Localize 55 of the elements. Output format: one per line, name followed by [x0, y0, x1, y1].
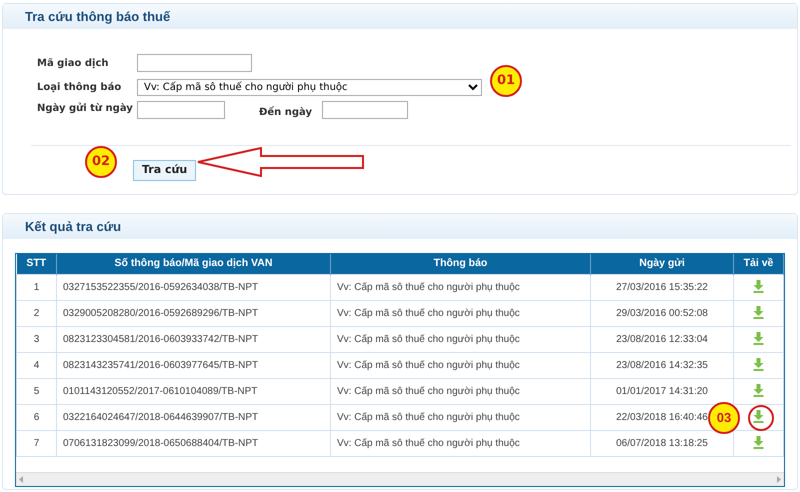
table-cell: 0329005208280/2016-0592689296/TB-NPT	[56, 300, 330, 326]
table-cell: 1	[16, 274, 56, 300]
scroll-left-icon[interactable]	[19, 476, 23, 483]
table-cell: Vv: Cấp mã sô thuế cho người phụ thuộc	[330, 352, 590, 378]
table-cell: 2	[16, 300, 56, 326]
table-cell: 0101143120552/2017-0610104089/TB-NPT	[56, 378, 330, 404]
table-cell: Vv: Cấp mã sô thuế cho người phụ thuộc	[330, 378, 590, 404]
table-cell: 0327153522355/2016-0592634038/TB-NPT	[56, 274, 330, 300]
input-field[interactable]	[137, 54, 252, 72]
field-label: Đến ngày	[259, 105, 312, 120]
field-label: Loại thông báo	[37, 80, 122, 94]
field-label: Mã giao dịch	[37, 56, 110, 70]
horizontal-scrollbar[interactable]	[16, 472, 784, 486]
table-cell: 7	[16, 430, 56, 456]
table-cell: 06/07/2018 13:18:25	[590, 430, 734, 456]
table-cell: Vv: Cấp mã sô thuế cho người phụ thuộc	[330, 404, 590, 430]
scroll-right-icon[interactable]	[777, 476, 781, 483]
table-cell: 0706131823099/2018-0650688404/TB-NPT	[56, 430, 330, 456]
table-cell: Vv: Cấp mã sô thuế cho người phụ thuộc	[330, 326, 590, 352]
table-cell: Vv: Cấp mã sô thuế cho người phụ thuộc	[330, 430, 590, 456]
column-header: STT	[16, 254, 56, 274]
column-header: Số thông báo/Mã giao dịch VAN	[56, 254, 330, 274]
table-cell: 0823143235741/2016-0603977645/TB-NPT	[56, 352, 330, 378]
table-cell: 29/03/2016 00:52:08	[590, 300, 734, 326]
table-cell: Vv: Cấp mã sô thuế cho người phụ thuộc	[330, 300, 590, 326]
download-icon[interactable]	[753, 306, 764, 320]
table-cell: 3	[16, 326, 56, 352]
download-icon[interactable]	[753, 384, 764, 398]
callout-marker: 03	[708, 402, 740, 434]
panel-title: Kết quả tra cứu	[25, 219, 122, 234]
table-cell: 23/08/2016 14:32:35	[590, 352, 734, 378]
table-cell: 0322164024647/2018-0644639907/TB-NPT	[56, 404, 330, 430]
download-icon[interactable]	[753, 280, 764, 294]
table-cell: 4	[16, 352, 56, 378]
download-icon[interactable]	[753, 436, 764, 450]
callout-marker: 01	[490, 65, 522, 97]
column-header: Ngày gửi	[590, 254, 734, 274]
notice-type-select[interactable]: Vv: Cấp mã sô thuế cho người phụ thuộc	[137, 78, 482, 96]
field-label: Ngày gửi từ ngày	[37, 102, 134, 116]
download-icon[interactable]	[753, 332, 764, 346]
column-header: Thông báo	[330, 254, 590, 274]
table-cell: 0823123304581/2016-0603933742/TB-NPT	[56, 326, 330, 352]
table-cell: 6	[16, 404, 56, 430]
download-icon[interactable]	[753, 358, 764, 372]
column-header: Tải về	[734, 254, 784, 274]
download-icon[interactable]	[753, 410, 764, 424]
panel-title: Tra cứu thông báo thuế	[25, 9, 170, 24]
search-button[interactable]: Tra cứu	[133, 160, 196, 180]
table-cell: 23/08/2016 12:33:04	[590, 326, 734, 352]
table-cell: 27/03/2016 15:35:22	[590, 274, 734, 300]
table-cell: Vv: Cấp mã sô thuế cho người phụ thuộc	[330, 274, 590, 300]
input-field[interactable]	[322, 101, 408, 119]
callout-marker: 02	[85, 146, 117, 178]
input-field[interactable]	[137, 101, 225, 119]
table-cell: 5	[16, 378, 56, 404]
